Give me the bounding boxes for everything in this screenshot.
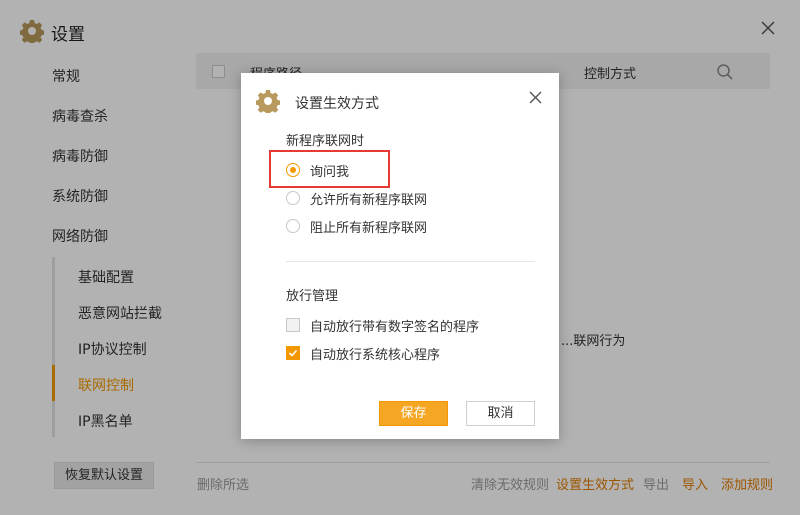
radio-label: 询问我: [310, 165, 350, 180]
radio-button[interactable]: [286, 191, 300, 205]
checkbox[interactable]: [286, 346, 300, 360]
dialog-title: 设置生效方式: [295, 96, 379, 112]
dialog-divider: [286, 261, 535, 262]
checkmark-icon: [288, 349, 298, 357]
section-label-new-program: 新程序联网时: [286, 134, 365, 149]
radio-label: 阻止所有新程序联网: [310, 221, 428, 236]
save-button[interactable]: 保存: [379, 401, 448, 426]
effective-mode-dialog: 设置生效方式 新程序联网时 询问我 允许所有新程序联网 阻止所有新程序联网 放行…: [241, 73, 559, 439]
gear-icon: [256, 90, 280, 113]
radio-button[interactable]: [286, 163, 300, 177]
checkbox-label: 自动放行带有数字签名的程序: [310, 320, 480, 335]
section-label-release: 放行管理: [286, 289, 339, 304]
checkbox-label: 自动放行系统核心程序: [310, 348, 441, 363]
checkbox[interactable]: [286, 318, 300, 332]
close-icon[interactable]: [529, 91, 542, 104]
cancel-button[interactable]: 取消: [466, 401, 535, 426]
radio-label: 允许所有新程序联网: [310, 193, 428, 208]
radio-button[interactable]: [286, 219, 300, 233]
